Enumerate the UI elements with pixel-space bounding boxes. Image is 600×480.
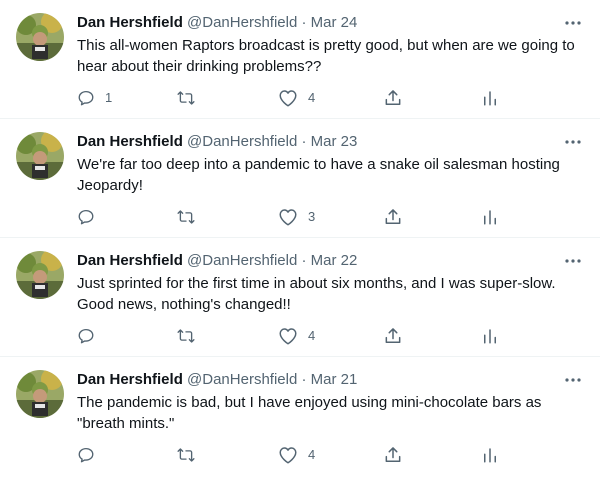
separator-dot: · — [301, 252, 307, 269]
tweet-date[interactable]: Mar 21 — [311, 371, 358, 388]
like-button[interactable]: 4 — [278, 324, 315, 348]
retweet-icon — [177, 210, 195, 224]
avatar[interactable] — [16, 13, 64, 61]
avatar[interactable] — [16, 251, 64, 299]
share-button[interactable] — [383, 205, 403, 229]
tweet-header: Dan Hershfield @DanHershfield · Mar 23 — [77, 132, 357, 152]
retweet-button[interactable] — [176, 324, 206, 348]
share-button[interactable] — [383, 443, 403, 467]
reply-button[interactable] — [77, 324, 105, 348]
like-count: 4 — [308, 90, 316, 105]
tweet-text: Just sprinted for the first time in abou… — [77, 275, 556, 313]
author-name[interactable]: Dan Hershfield — [77, 371, 183, 388]
separator-dot: · — [301, 133, 307, 150]
tweet-actions: 4 — [0, 324, 600, 348]
reply-icon — [78, 209, 94, 225]
reply-icon — [78, 447, 94, 463]
like-button[interactable]: 4 — [278, 86, 315, 110]
heart-icon — [279, 90, 297, 107]
more-icon[interactable] — [562, 12, 584, 34]
retweet-button[interactable] — [176, 86, 206, 110]
analytics-icon — [484, 329, 496, 344]
more-icon[interactable] — [562, 250, 584, 272]
share-button[interactable] — [383, 324, 403, 348]
tweet-date[interactable]: Mar 24 — [311, 14, 358, 31]
reply-icon — [78, 328, 94, 344]
tweet[interactable]: Dan Hershfield @DanHershfield · Mar 23 W… — [0, 119, 600, 238]
author-handle[interactable]: @DanHershfield — [187, 14, 297, 31]
author-handle[interactable]: @DanHershfield — [187, 252, 297, 269]
heart-icon — [279, 209, 297, 226]
author-handle[interactable]: @DanHershfield — [187, 133, 297, 150]
tweet-text: The pandemic is bad, but I have enjoyed … — [77, 394, 542, 432]
like-count: 3 — [308, 209, 316, 224]
tweet-header: Dan Hershfield @DanHershfield · Mar 22 — [77, 251, 357, 271]
separator-dot: · — [301, 14, 307, 31]
share-button[interactable] — [383, 86, 403, 110]
tweet-header: Dan Hershfield @DanHershfield · Mar 21 — [77, 370, 357, 390]
retweet-button[interactable] — [176, 443, 206, 467]
analytics-button[interactable] — [481, 324, 499, 348]
tweet-date[interactable]: Mar 22 — [311, 252, 358, 269]
tweet-text: This all-women Raptors broadcast is pret… — [77, 37, 575, 75]
author-name[interactable]: Dan Hershfield — [77, 252, 183, 269]
tweet[interactable]: Dan Hershfield @DanHershfield · Mar 21 T… — [0, 357, 600, 476]
avatar[interactable] — [16, 370, 64, 418]
author-handle[interactable]: @DanHershfield — [187, 371, 297, 388]
tweet-header: Dan Hershfield @DanHershfield · Mar 24 — [77, 13, 357, 33]
reply-count: 1 — [105, 90, 113, 105]
analytics-button[interactable] — [481, 443, 499, 467]
retweet-icon — [177, 329, 195, 343]
analytics-icon — [484, 448, 496, 463]
tweet-text: We're far too deep into a pandemic to ha… — [77, 156, 560, 194]
retweet-button[interactable] — [176, 205, 206, 229]
tweet-feed: Dan Hershfield @DanHershfield · Mar 24 T… — [0, 0, 600, 476]
analytics-button[interactable] — [481, 86, 499, 110]
heart-icon — [279, 447, 297, 464]
separator-dot: · — [301, 371, 307, 388]
share-icon — [385, 209, 401, 224]
retweet-icon — [177, 448, 195, 462]
share-icon — [385, 328, 401, 343]
tweet-actions: 3 — [0, 205, 600, 229]
heart-icon — [279, 328, 297, 345]
tweet-actions: 4 — [0, 443, 600, 467]
tweet[interactable]: Dan Hershfield @DanHershfield · Mar 24 T… — [0, 0, 600, 119]
more-icon[interactable] — [562, 369, 584, 391]
tweet-actions: 1 4 — [0, 86, 600, 110]
like-count: 4 — [308, 447, 316, 462]
like-button[interactable]: 3 — [278, 205, 315, 229]
like-button[interactable]: 4 — [278, 443, 315, 467]
share-icon — [385, 90, 401, 105]
avatar[interactable] — [16, 132, 64, 180]
author-name[interactable]: Dan Hershfield — [77, 14, 183, 31]
more-icon[interactable] — [562, 131, 584, 153]
reply-button[interactable] — [77, 443, 105, 467]
tweet[interactable]: Dan Hershfield @DanHershfield · Mar 22 J… — [0, 238, 600, 357]
like-count: 4 — [308, 328, 316, 343]
reply-button[interactable]: 1 — [77, 86, 112, 110]
author-name[interactable]: Dan Hershfield — [77, 133, 183, 150]
tweet-date[interactable]: Mar 23 — [311, 133, 358, 150]
retweet-icon — [177, 91, 195, 105]
analytics-button[interactable] — [481, 205, 499, 229]
reply-button[interactable] — [77, 205, 105, 229]
share-icon — [385, 447, 401, 462]
analytics-icon — [484, 91, 496, 106]
analytics-icon — [484, 210, 496, 225]
reply-icon — [78, 90, 94, 106]
